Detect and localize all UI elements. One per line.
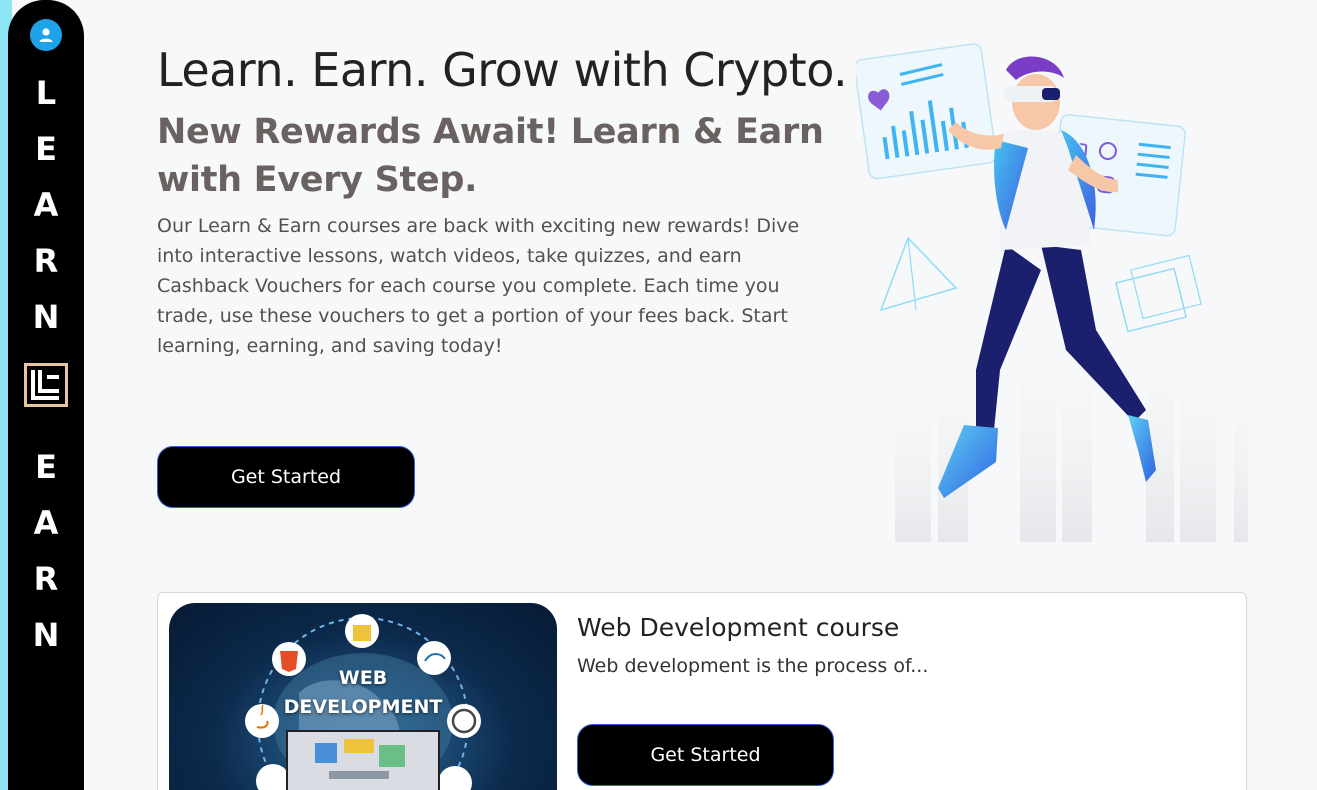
- course-title[interactable]: Web Development course: [577, 613, 899, 642]
- brand-logo-icon[interactable]: [24, 363, 68, 407]
- course-card[interactable]: WEB DEVELOPMENT Web Development course W…: [157, 592, 1247, 790]
- page-title: Learn. Earn. Grow with Crypto.: [157, 43, 848, 97]
- sidebar: L E A R N E A R N: [8, 0, 84, 790]
- sidebar-letter: E: [35, 130, 57, 168]
- hero-description: Our Learn & Earn courses are back with e…: [157, 215, 800, 357]
- sidebar-letter: A: [33, 186, 59, 224]
- thumbnail-title-web: WEB: [338, 667, 388, 689]
- sidebar-letter: R: [33, 242, 59, 280]
- sidebar-letter: R: [33, 560, 59, 598]
- hero-section: Learn. Earn. Grow with Crypto. New Rewar…: [157, 40, 857, 361]
- sidebar-letter: L: [35, 74, 57, 112]
- user-icon[interactable]: [30, 19, 62, 51]
- sidebar-letters-top: L E A R N: [26, 65, 66, 345]
- thumbnail-title-development: DEVELOPMENT: [283, 696, 443, 718]
- sidebar-letter: E: [35, 448, 57, 486]
- get-started-button[interactable]: Get Started: [157, 446, 415, 508]
- sidebar-letter: A: [33, 504, 59, 542]
- sidebar-letter: N: [32, 616, 60, 654]
- js-badge-icon: [345, 614, 379, 648]
- course-description: Web development is the process of...: [577, 655, 929, 677]
- course-get-started-button[interactable]: Get Started: [577, 724, 834, 786]
- sidebar-letter: N: [32, 298, 60, 336]
- sidebar-letters-bottom: E A R N: [26, 439, 66, 663]
- course-thumbnail[interactable]: WEB DEVELOPMENT: [169, 603, 557, 790]
- hero-subtitle: New Rewards Await! Learn & Earn with Eve…: [157, 112, 824, 200]
- hero-illustration: [853, 30, 1256, 545]
